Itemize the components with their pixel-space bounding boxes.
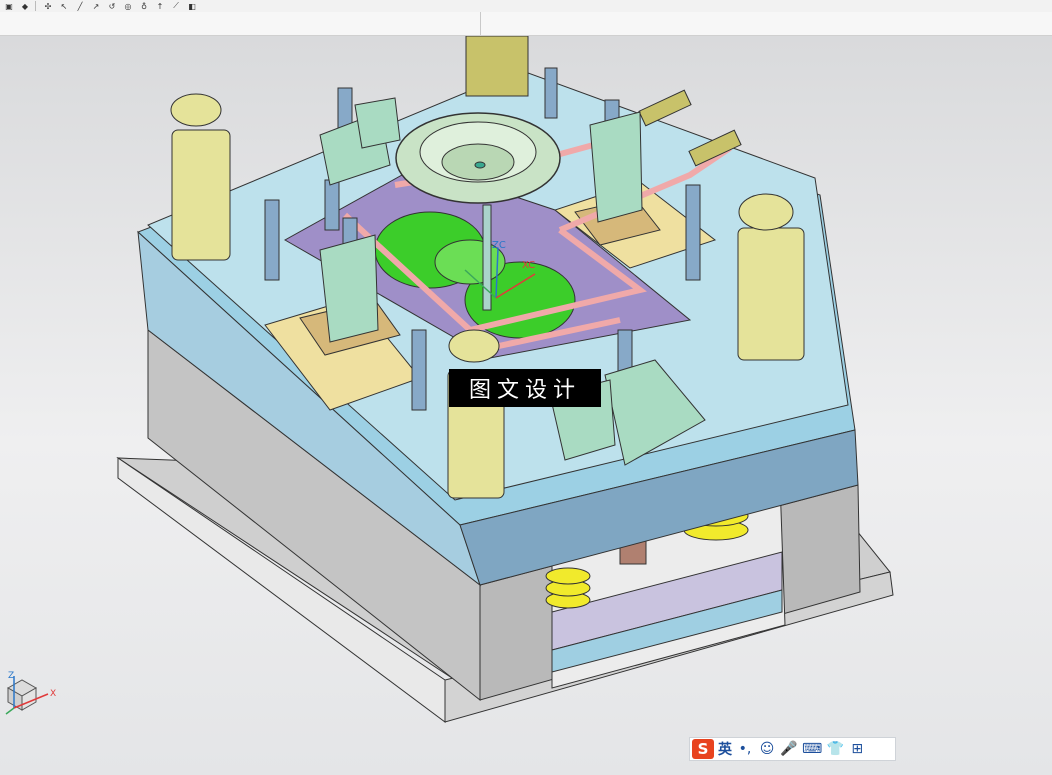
point-icon[interactable]: ♁ (137, 1, 151, 11)
emoji-icon[interactable]: ☺ (758, 739, 776, 759)
ime-toolbar: S 英 •, ☺ 🎤 ⌨ 👕 ⊞ (689, 737, 896, 761)
datum-label-zc: ZC (492, 240, 506, 251)
sogou-logo-icon[interactable]: S (692, 739, 714, 759)
section-icon[interactable]: ⟋ (169, 1, 183, 11)
triad-label-x: X (50, 689, 56, 699)
microphone-icon[interactable]: 🎤 (780, 739, 798, 759)
toolbox-icon[interactable]: ⊞ (848, 739, 866, 759)
arrow-icon[interactable]: ↑ (153, 1, 167, 11)
rotate-icon[interactable]: ↺ (105, 1, 119, 11)
line-tool-icon[interactable]: ╱ (73, 1, 87, 11)
layer-icon[interactable]: ◧ (185, 1, 199, 11)
arc-tool-icon[interactable]: ↗ (89, 1, 103, 11)
cube-view-icon[interactable]: ▣ (2, 1, 16, 11)
view-triad[interactable]: Z X (5, 671, 56, 715)
measure-icon[interactable]: ◎ (121, 1, 135, 11)
snap-icon[interactable]: ✣ (41, 1, 55, 11)
triad-label-z: Z (8, 671, 14, 681)
punctuation-icon[interactable]: •, (736, 739, 754, 759)
command-strip (0, 12, 1052, 36)
strip-divider (480, 12, 481, 35)
watermark-label: 图文设计 (449, 369, 601, 407)
keyboard-icon[interactable]: ⌨ (802, 739, 822, 759)
datum-label-xc: XC (522, 260, 535, 271)
shaded-view-icon[interactable]: ◆ (18, 1, 32, 11)
skin-icon[interactable]: 👕 (826, 739, 844, 759)
ime-language-toggle[interactable]: 英 (718, 739, 732, 759)
toolbar-separator (35, 1, 36, 11)
select-icon[interactable]: ↖ (57, 1, 71, 11)
